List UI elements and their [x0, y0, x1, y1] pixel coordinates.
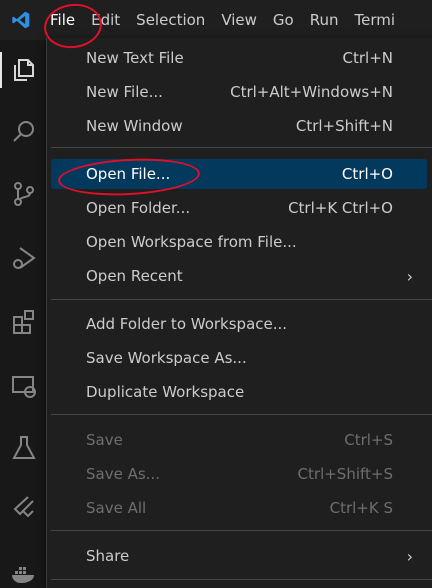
- vscode-window: File Edit Selection View Go Run Termi Ne…: [0, 0, 432, 588]
- menu-item-label: New Text File: [86, 49, 184, 67]
- activity-bar: [0, 40, 48, 588]
- menu-item-label: Save All: [86, 499, 147, 517]
- menu-item-duplicate-workspace[interactable]: Duplicate Workspace: [51, 377, 432, 407]
- menu-separator: [51, 299, 432, 300]
- menu-item-label: New Window: [86, 117, 183, 135]
- menu-item-shortcut: Ctrl+Alt+Windows+N: [230, 83, 393, 101]
- menu-item-label: Open Recent: [86, 267, 183, 285]
- chevron-right-icon: ›: [406, 266, 413, 286]
- menu-item-shortcut: Ctrl+N: [342, 49, 393, 67]
- docker-icon[interactable]: [0, 548, 48, 588]
- menu-item-add-folder[interactable]: Add Folder to Workspace...: [51, 309, 432, 339]
- menu-item-open-folder[interactable]: Open Folder... Ctrl+K Ctrl+O: [51, 193, 432, 223]
- menu-item-open-workspace[interactable]: Open Workspace from File...: [51, 227, 432, 257]
- menu-item-shortcut: Ctrl+K Ctrl+O: [288, 199, 393, 217]
- menu-bar: File Edit Selection View Go Run Termi: [0, 0, 432, 40]
- search-icon[interactable]: [0, 108, 48, 156]
- menu-item-save-workspace-as[interactable]: Save Workspace As...: [51, 343, 432, 373]
- vscode-logo-icon: [0, 0, 42, 40]
- menu-item-save-all[interactable]: Save All Ctrl+K S: [51, 493, 432, 523]
- menu-edit[interactable]: Edit: [83, 0, 128, 40]
- testing-icon[interactable]: [0, 424, 48, 472]
- menu-item-shortcut: Ctrl+Shift+N: [295, 117, 393, 135]
- menu-run[interactable]: Run: [302, 0, 347, 40]
- menu-separator: [51, 414, 432, 415]
- menu-item-new-file[interactable]: New File... Ctrl+Alt+Windows+N: [51, 77, 432, 107]
- menu-item-label: Save As...: [86, 465, 160, 483]
- menu-item-label: Open Workspace from File...: [86, 233, 297, 251]
- menu-item-shortcut: Ctrl+O: [341, 165, 393, 183]
- menu-item-open-recent[interactable]: Open Recent ›: [51, 261, 432, 291]
- run-debug-icon[interactable]: [0, 234, 48, 282]
- explorer-icon[interactable]: [0, 46, 48, 94]
- chevron-right-icon: ›: [406, 546, 413, 566]
- menu-item-open-file[interactable]: Open File... Ctrl+O: [51, 159, 427, 189]
- menu-item-label: Save: [86, 431, 123, 449]
- menu-separator: [51, 530, 432, 531]
- menu-view[interactable]: View: [213, 0, 265, 40]
- menu-separator: [51, 147, 432, 148]
- remote-explorer-icon[interactable]: [0, 362, 48, 410]
- menu-item-new-window[interactable]: New Window Ctrl+Shift+N: [51, 111, 432, 141]
- menu-item-shortcut: Ctrl+Shift+S: [297, 465, 393, 483]
- extensions-icon[interactable]: [0, 298, 48, 346]
- menu-file[interactable]: File: [42, 0, 83, 40]
- menu-item-label: Open File...: [86, 165, 171, 183]
- source-control-icon[interactable]: [0, 170, 48, 218]
- menu-item-new-text-file[interactable]: New Text File Ctrl+N: [51, 43, 432, 73]
- menu-go[interactable]: Go: [265, 0, 302, 40]
- file-menu-dropdown: New Text File Ctrl+N New File... Ctrl+Al…: [46, 38, 432, 588]
- menu-item-label: Duplicate Workspace: [86, 383, 245, 401]
- menu-item-label: Save Workspace As...: [86, 349, 247, 367]
- menu-item-save-as[interactable]: Save As... Ctrl+Shift+S: [51, 459, 432, 489]
- flutter-icon[interactable]: [0, 484, 48, 532]
- menu-terminal[interactable]: Termi: [347, 0, 396, 40]
- menu-item-label: New File...: [86, 83, 163, 101]
- menu-item-shortcut: Ctrl+K S: [329, 499, 393, 517]
- menu-item-shortcut: Ctrl+S: [344, 431, 393, 449]
- menu-item-label: Share: [86, 547, 130, 565]
- menu-item-label: Add Folder to Workspace...: [86, 315, 288, 333]
- menu-selection[interactable]: Selection: [128, 0, 213, 40]
- menu-item-label: Open Folder...: [86, 199, 191, 217]
- menu-item-save[interactable]: Save Ctrl+S: [51, 425, 432, 455]
- menu-item-share[interactable]: Share ›: [51, 541, 432, 571]
- menu-separator: [51, 579, 432, 580]
